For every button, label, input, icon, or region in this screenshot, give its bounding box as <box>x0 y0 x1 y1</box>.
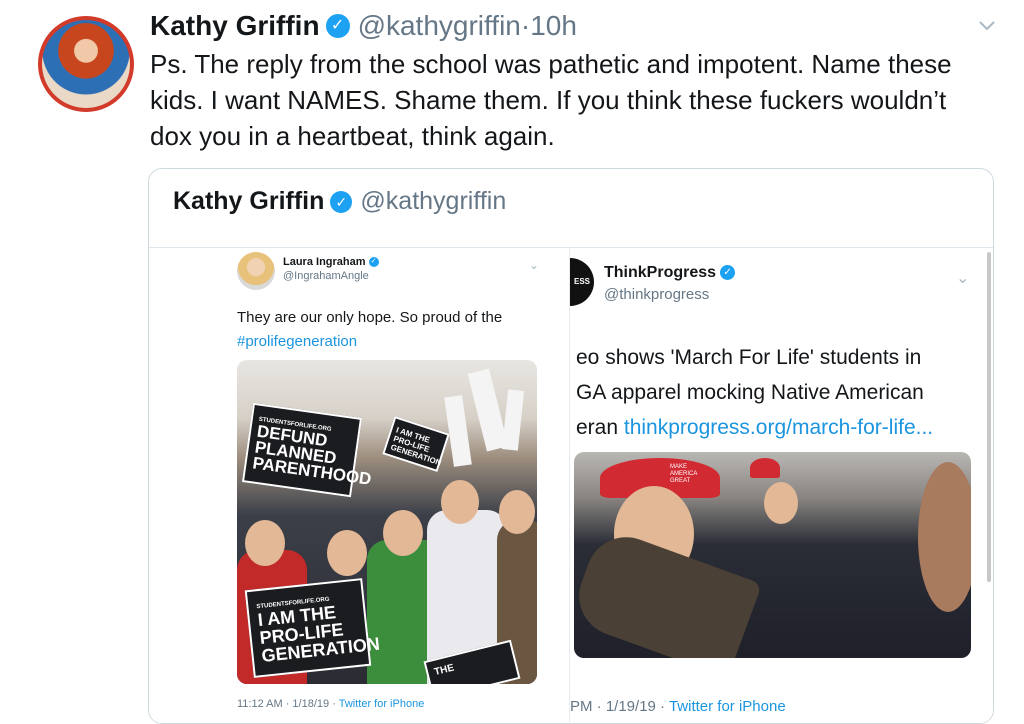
face <box>327 530 367 576</box>
embedded-author-handle: @thinkprogress <box>604 286 710 303</box>
timestamp[interactable]: 10h <box>530 10 577 42</box>
face <box>383 510 423 556</box>
protest-sign: STUDENTSFORLIFE.ORG DEFUND PLANNED PAREN… <box>241 402 373 498</box>
protest-sign: STUDENTSFORLIFE.ORG I AM THE PRO-LIFE GE… <box>244 578 381 678</box>
avatar: ESS <box>570 258 594 306</box>
embedded-tweet-footer: PM · 1/19/19 · Twitter for iPhone <box>570 698 786 715</box>
article-link: thinkprogress.org/march-for-life... <box>623 416 934 439</box>
tweet-header: Kathy Griffin ✓ @kathygriffin · 10h <box>150 10 577 42</box>
face <box>245 520 285 566</box>
chevron-down-icon: ⌄ <box>529 258 540 272</box>
rally-photo: STUDENTSFORLIFE.ORG DEFUND PLANNED PAREN… <box>237 360 537 684</box>
chevron-down-icon[interactable] <box>976 14 998 36</box>
video-thumbnail: MAKE AMERICA GREAT <box>574 452 971 658</box>
embedded-author-handle: @IngrahamAngle <box>283 270 369 282</box>
embedded-author-name: ThinkProgress ✓ <box>604 264 736 282</box>
embedded-author-name: Laura Ingraham ✓ <box>283 256 379 268</box>
quoted-image-left[interactable]: Laura Ingraham ✓ @IngrahamAngle ⌄ They ar… <box>149 248 569 723</box>
flag <box>501 389 525 451</box>
embedded-tweet-text: They are our only hope. So proud of the … <box>237 306 502 354</box>
author-handle[interactable]: @kathygriffin <box>358 10 521 42</box>
red-cap <box>750 458 780 478</box>
separator: · <box>520 10 531 41</box>
quoted-tweet-header: Kathy Griffin ✓ @kathygriffin <box>173 187 506 216</box>
protest-sign: I AM THE PRO-LIFE GENERATION <box>382 416 450 472</box>
scrollbar[interactable] <box>987 252 991 582</box>
face <box>499 490 535 534</box>
face <box>918 462 971 612</box>
quoted-image-right[interactable]: ESS ThinkProgress ✓ @thinkprogress ⌄ eo s… <box>570 248 993 723</box>
embedded-tweet-footer: 11:12 AM · 1/18/19 · Twitter for iPhone <box>237 698 425 710</box>
avatar <box>237 252 275 290</box>
embedded-tweet-text: eo shows 'March For Life' students in GA… <box>576 346 934 439</box>
tweet-text: Ps. The reply from the school was pathet… <box>150 49 952 151</box>
verified-badge-icon: ✓ <box>325 14 350 38</box>
flag <box>444 395 472 467</box>
face <box>441 480 479 524</box>
verified-badge-icon: ✓ <box>330 190 353 213</box>
verified-badge-icon: ✓ <box>368 257 379 268</box>
quoted-author-name: Kathy Griffin <box>173 187 325 215</box>
verified-badge-icon: ✓ <box>720 265 736 281</box>
quoted-author-handle: @kathygriffin <box>360 187 507 215</box>
quoted-tweet[interactable]: Kathy Griffin ✓ @kathygriffin Laura Ingr… <box>148 168 994 724</box>
avatar[interactable] <box>38 16 134 112</box>
hashtag-link: #prolifegeneration <box>237 333 358 350</box>
author-name[interactable]: Kathy Griffin <box>150 10 320 42</box>
face <box>764 482 798 524</box>
chevron-down-icon: ⌄ <box>956 270 970 287</box>
